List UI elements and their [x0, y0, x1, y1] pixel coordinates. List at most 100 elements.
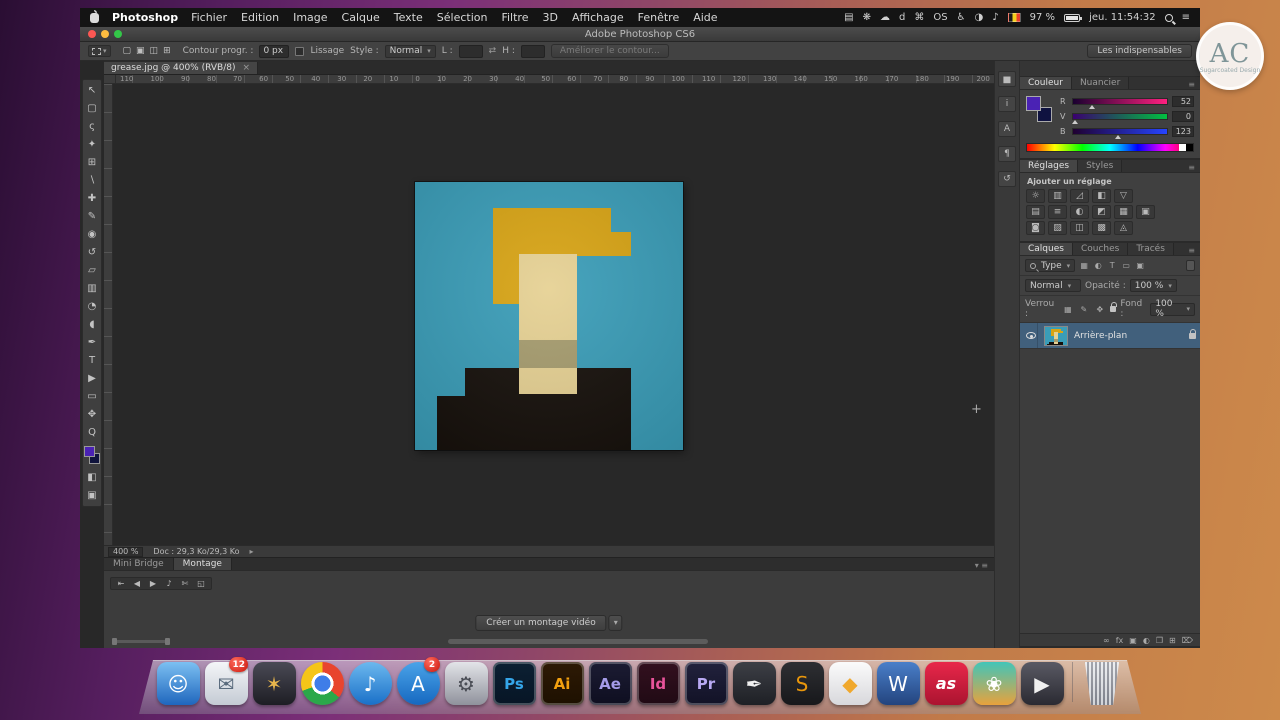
layer-row-arriere-plan[interactable]: Arrière-plan — [1020, 323, 1200, 349]
menu-calque[interactable]: Calque — [342, 11, 380, 24]
apple-menu-icon[interactable] — [90, 9, 99, 23]
dock-indesign[interactable]: Id — [635, 662, 681, 705]
menu-affichage[interactable]: Affichage — [572, 11, 624, 24]
adj-channel-mixer-icon[interactable]: ▦ — [1114, 205, 1133, 219]
minimize-window-button[interactable] — [101, 30, 109, 38]
adjustments-panel-menu-icon[interactable]: ≡ — [1183, 163, 1200, 172]
dock-trash[interactable] — [1079, 662, 1125, 705]
layer-filter-select[interactable]: Type ▾ — [1025, 259, 1076, 272]
volume-icon[interactable]: ♪ — [992, 12, 998, 23]
dock-video-app[interactable]: ▶ — [1019, 662, 1065, 705]
menu-clock[interactable]: jeu. 11:54:32 — [1089, 12, 1156, 23]
zoom-level-field[interactable]: 400 % — [108, 546, 144, 557]
blur-tool[interactable]: ◔ — [84, 299, 100, 314]
create-video-dropdown-icon[interactable]: ▾ — [608, 615, 623, 631]
notification-center-icon[interactable]: ≡ — [1182, 12, 1190, 23]
color-panel-menu-icon[interactable]: ≡ — [1183, 80, 1200, 89]
layers-panel-menu-icon[interactable]: ≡ — [1183, 246, 1200, 255]
menu-app-name[interactable]: Photoshop — [112, 11, 178, 24]
adj-color-balance-icon[interactable]: ≡ — [1048, 205, 1067, 219]
channel-value-B[interactable]: 123 — [1172, 126, 1194, 137]
slider-marker[interactable] — [1088, 105, 1095, 109]
display-icon[interactable]: ▤ — [844, 12, 853, 23]
type-tool[interactable]: T — [84, 353, 100, 368]
width-input[interactable] — [458, 44, 483, 58]
timeline-scrollbar[interactable] — [448, 639, 708, 644]
dock-finder[interactable]: ☺ — [155, 662, 201, 705]
adj-curves-icon[interactable]: ◿ — [1070, 189, 1089, 203]
channel-slider-R[interactable] — [1072, 98, 1168, 109]
link-dimensions-icon[interactable]: ⇄ — [489, 46, 497, 56]
status-options-arrow[interactable]: ▸ — [250, 547, 254, 556]
healing-brush-tool[interactable]: ✚ — [84, 191, 100, 206]
dock-imovie[interactable]: ✶ — [251, 662, 297, 705]
adj-photo-filter-icon[interactable]: ◩ — [1092, 205, 1111, 219]
adj-threshold-icon[interactable]: ◫ — [1070, 221, 1089, 235]
tab-montage[interactable]: Montage — [173, 558, 232, 570]
menu-image[interactable]: Image — [293, 11, 327, 24]
filter-shape-layers-icon[interactable]: ▭ — [1120, 261, 1132, 270]
new-layer-icon[interactable]: ⊞ — [1169, 636, 1176, 645]
close-window-button[interactable] — [88, 30, 96, 38]
spotlight-icon[interactable] — [1164, 13, 1173, 22]
zoom-window-button[interactable] — [114, 30, 122, 38]
dock-after-effects[interactable]: Ae — [587, 662, 633, 705]
eraser-tool[interactable]: ▱ — [84, 263, 100, 278]
audio-button[interactable]: ♪ — [162, 579, 176, 588]
channel-slider-B[interactable] — [1072, 128, 1168, 139]
adj-exposure-icon[interactable]: ◧ — [1092, 189, 1111, 203]
channel-value-R[interactable]: 52 — [1172, 96, 1194, 107]
lock-pixels-icon[interactable]: ✎ — [1078, 305, 1090, 314]
canvas[interactable]: + — [104, 84, 994, 545]
blend-mode-select[interactable]: Normal ▾ — [1025, 279, 1081, 292]
info-panel-icon[interactable]: i — [998, 96, 1016, 112]
channel-slider-V[interactable] — [1071, 113, 1168, 124]
slider-marker[interactable] — [1071, 120, 1078, 124]
move-tool[interactable]: ↖ — [84, 83, 100, 98]
adj-levels-icon[interactable]: ▥ — [1048, 189, 1067, 203]
lock-position-icon[interactable]: ✥ — [1094, 305, 1106, 314]
add-adjustment-icon[interactable]: ◐ — [1143, 636, 1150, 645]
filter-smart-objects-icon[interactable]: ▣ — [1134, 261, 1146, 270]
channel-value-V[interactable]: 0 — [1172, 111, 1194, 122]
delete-layer-icon[interactable]: ⌦ — [1182, 636, 1193, 645]
fill-field[interactable]: 100 % ▾ — [1150, 299, 1196, 319]
close-tab-icon[interactable]: × — [242, 63, 250, 73]
keyboard-icon[interactable]: ⌘ — [914, 12, 924, 23]
os-icon[interactable]: OS — [933, 12, 947, 23]
history-brush-tool[interactable]: ↺ — [84, 245, 100, 260]
document-image[interactable] — [415, 182, 683, 450]
panel-color-swatches[interactable] — [1026, 96, 1052, 122]
refine-edge-button[interactable]: Améliorer le contour... — [550, 44, 669, 58]
dock-app-store[interactable]: A2 — [395, 657, 441, 705]
document-tab[interactable]: grease.jpg @ 400% (RVB/8) × — [104, 62, 259, 74]
adj-color-lookup-icon[interactable]: ▣ — [1136, 205, 1155, 219]
add-mask-icon[interactable]: ▣ — [1129, 636, 1137, 645]
dock-sketch[interactable]: ◆ — [827, 662, 873, 705]
selection-new-icon[interactable]: ▢ — [121, 46, 134, 56]
accessibility-icon[interactable]: ♿ — [957, 12, 966, 23]
dodge-tool[interactable]: ◖ — [84, 317, 100, 332]
menu-texte[interactable]: Texte — [394, 11, 423, 24]
filter-pixel-layers-icon[interactable]: ▦ — [1078, 261, 1090, 270]
dock-system-preferences[interactable]: ⚙ — [443, 662, 489, 705]
color-spectrum-ramp[interactable] — [1026, 143, 1194, 152]
tab-calques[interactable]: Calques — [1020, 243, 1073, 255]
dock-sublime[interactable]: S — [779, 662, 825, 705]
antialias-checkbox[interactable] — [295, 46, 305, 56]
menu-3d[interactable]: 3D — [542, 11, 557, 24]
docker-icon[interactable]: d — [899, 12, 905, 23]
lasso-tool[interactable]: ς — [84, 119, 100, 134]
quick-mask-icon[interactable]: ◧ — [84, 470, 100, 485]
adj-invert-icon[interactable]: ◙ — [1026, 221, 1045, 235]
paragraph-panel-icon[interactable]: ¶ — [998, 146, 1016, 162]
tab-traces[interactable]: Tracés — [1128, 243, 1174, 255]
selection-intersect-icon[interactable]: ⊞ — [161, 46, 173, 56]
adj-brightness-icon[interactable]: ☼ — [1026, 189, 1045, 203]
sync-icon[interactable]: ❋ — [863, 12, 871, 23]
cloud-icon[interactable]: ☁ — [880, 12, 890, 23]
feather-input[interactable]: 0 px — [259, 44, 290, 58]
history-panel-icon[interactable]: ↺ — [998, 171, 1016, 187]
filter-adjustment-layers-icon[interactable]: ◐ — [1092, 261, 1104, 270]
histogram-panel-icon[interactable]: ▅ — [998, 71, 1016, 87]
